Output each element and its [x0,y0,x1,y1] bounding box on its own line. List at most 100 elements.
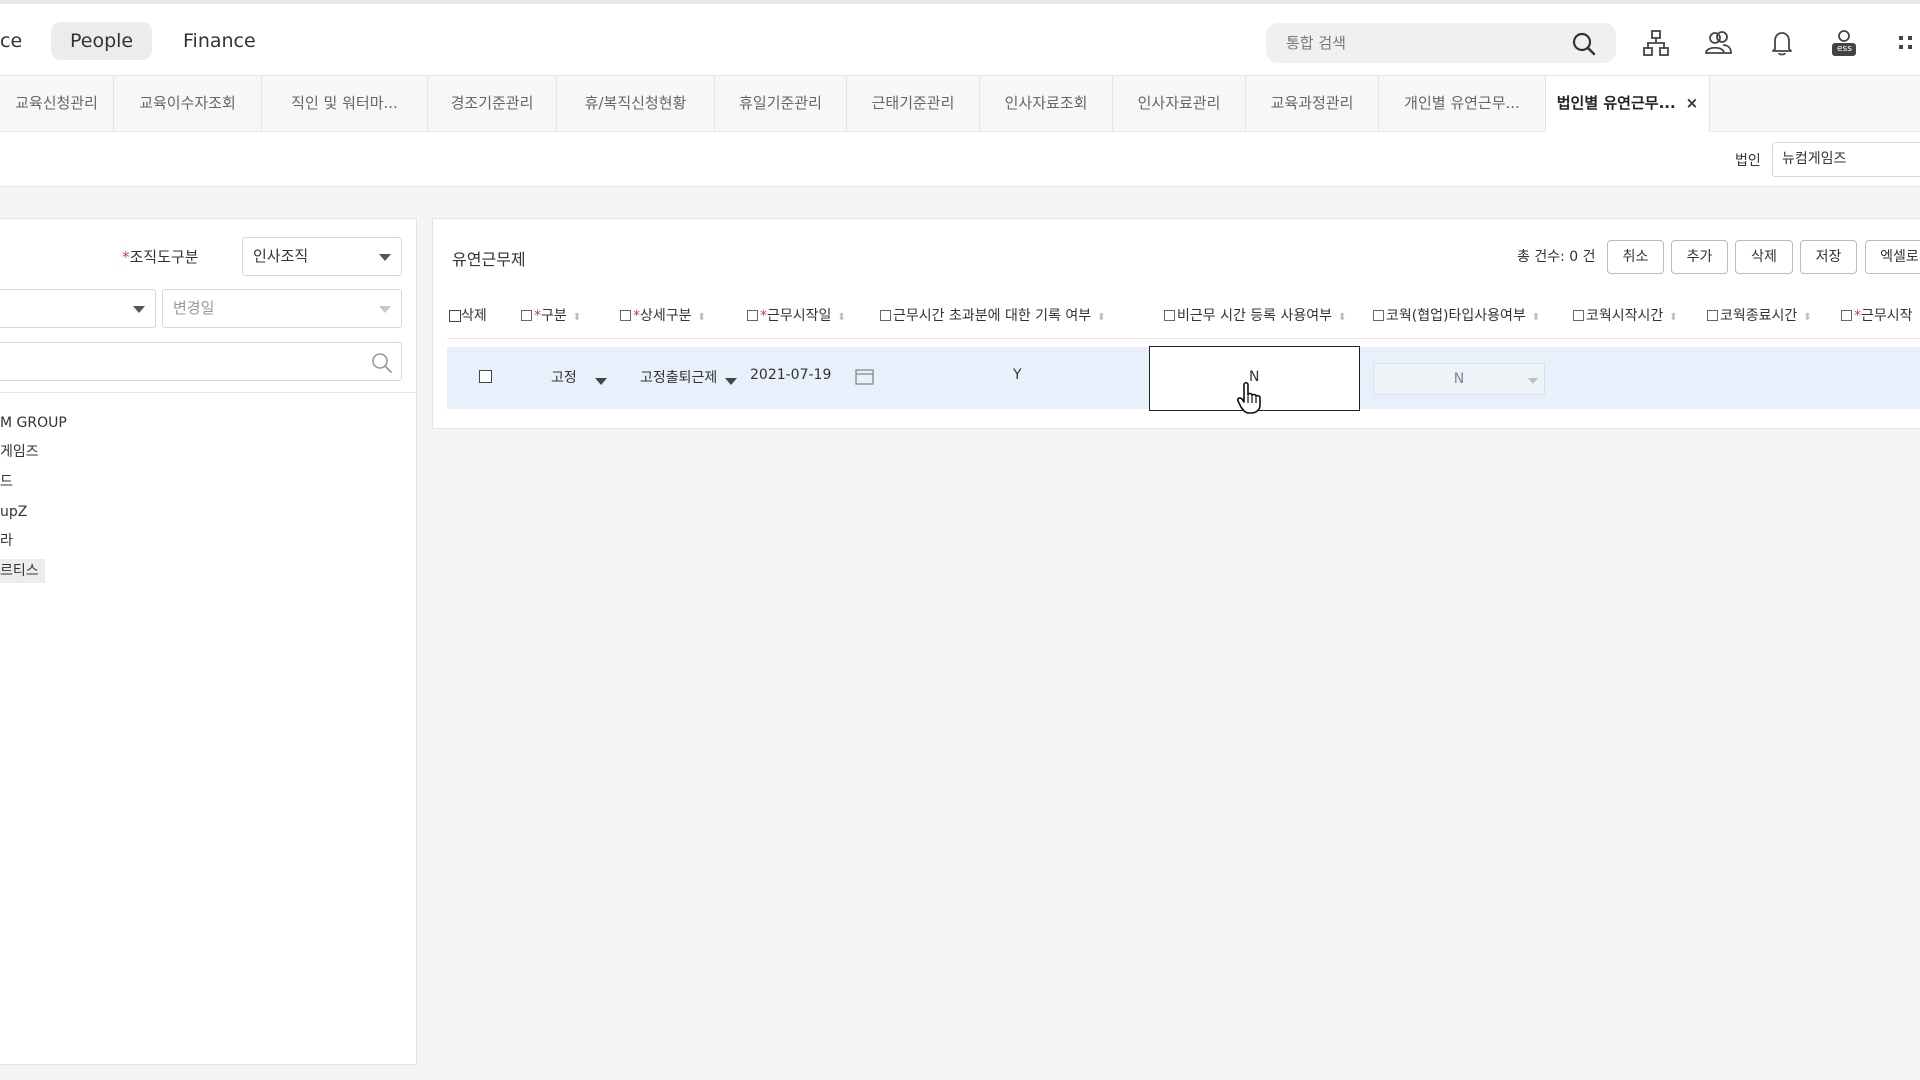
header-cowork-start[interactable]: 코웍시작시간 ⬍ [1573,305,1678,325]
cell-value: Y [1013,367,1022,383]
org-scope-select[interactable] [0,289,156,328]
sort-icon[interactable]: ⬍ [1532,312,1540,323]
header-cowork-end[interactable]: 코웍종료시간 ⬍ [1707,305,1812,325]
chevron-down-icon [133,306,145,313]
tree-node-selected[interactable]: 르티스 [0,559,45,583]
cell-value: 2021-07-19 [750,367,832,383]
chevron-down-icon[interactable] [595,378,607,385]
org-type-label-text: 조직도구분 [129,248,199,266]
header-start-date[interactable]: *근무시작일 ⬍ [747,305,846,325]
tab-hr-data-inquiry[interactable]: 인사자료조회 [980,76,1113,131]
org-type-label: *조직도구분 [122,246,199,267]
header-overtime-record[interactable]: 근무시간 초과분에 대한 기록 여부 ⬍ [880,305,1106,325]
apps-grid-icon[interactable] [1895,28,1920,58]
chevron-down-icon[interactable] [725,378,737,385]
org-chart-icon[interactable] [1641,28,1671,58]
tab-holiday-standard[interactable]: 휴일기준관리 [715,76,847,131]
global-search-box[interactable]: 통합 검색 [1266,23,1616,63]
header-detail-type[interactable]: *상세구분 ⬍ [620,305,706,325]
tab-condolence-standard[interactable]: 경조기준관리 [428,76,557,131]
edit-icon [1373,310,1384,321]
page-tab-bar: 교육신청관리 교육이수자조회 직인 및 워터마... 경조기준관리 휴/복직신청… [0,76,1920,132]
excel-export-button[interactable]: 엑셀로 [1865,240,1920,274]
header-delete[interactable]: 삭제 [449,305,487,325]
tree-node[interactable]: 드 [0,470,13,494]
sort-icon[interactable]: ⬍ [1338,312,1346,323]
chevron-down-icon [379,306,391,313]
close-icon[interactable]: × [1686,94,1699,112]
header-label: 근무시간 초과분에 대한 기록 여부 [893,308,1092,324]
search-icon[interactable] [1571,31,1597,57]
corp-select[interactable]: 뉴컴게임즈 [1772,142,1920,177]
checkbox[interactable] [479,370,492,383]
tab-hr-data-management[interactable]: 인사자료관리 [1113,76,1246,131]
ess-icon[interactable]: ess [1829,28,1859,58]
chevron-down-icon [1528,378,1538,384]
tree-node[interactable]: 게임즈 [0,440,39,464]
org-tree-panel: *조직도구분 인사조직 변경일 M GROUP 게임즈 드 upZ 라 르티스 [0,218,417,1065]
tree-node[interactable]: M GROUP [0,411,67,435]
calendar-icon[interactable] [855,368,874,385]
tree-node[interactable]: 라 [0,529,13,553]
header-label: 삭제 [461,308,487,324]
search-icon[interactable] [371,352,393,374]
sort-icon[interactable]: ⬍ [698,312,706,323]
sort-icon[interactable]: ⬍ [837,312,845,323]
cell-type[interactable]: 고정 [551,367,577,387]
header-label: 상세구분 [640,308,692,324]
delete-button[interactable]: 삭제 [1735,240,1793,274]
change-date-placeholder: 변경일 [173,299,215,317]
tab-leave-status[interactable]: 휴/복직신청현황 [557,76,715,131]
tab-label: 법인별 유연근무... [1556,94,1676,112]
tab-individual-flex-work[interactable]: 개인별 유연근무... [1379,76,1546,131]
org-type-select[interactable]: 인사조직 [242,237,402,276]
change-date-select[interactable]: 변경일 [162,289,402,328]
add-button[interactable]: 추가 [1671,240,1728,274]
nav-item-finance[interactable]: Finance [164,22,275,60]
required-mark: * [633,308,640,324]
org-search-input[interactable] [0,342,402,381]
tab-seal-watermark[interactable]: 직인 및 워터마... [262,76,428,131]
cell-detail-type[interactable]: 고정출퇴근제 [640,367,717,387]
select-all-checkbox[interactable] [449,310,461,322]
edit-icon [620,310,631,321]
tree-node[interactable]: upZ [0,500,27,524]
tab-course-management[interactable]: 교육과정관리 [1246,76,1379,131]
tab-education-request[interactable]: 교육신청관리 [0,76,114,131]
required-mark: * [1854,308,1861,324]
header-cowork-type[interactable]: 코웍(협업)타입사용여부 ⬍ [1373,305,1540,325]
edit-icon [880,310,891,321]
grid-header-row: 삭제 *구분 ⬍ *상세구분 ⬍ *근무시작일 ⬍ 근무시간 초과분에 대한 기록 여… [447,289,1920,339]
required-mark: * [760,308,767,324]
sort-icon[interactable]: ⬍ [573,312,581,323]
edit-icon [1841,310,1852,321]
nav-item-people[interactable]: People [51,22,153,60]
filter-bar: 법인 뉴컴게임즈 [0,132,1920,187]
cell-cowork-type-select[interactable]: N [1373,363,1545,395]
tab-education-completion[interactable]: 교육이수자조회 [114,76,262,131]
tab-corp-flex-work[interactable]: 법인별 유연근무... × [1546,76,1710,132]
corp-label: 법인 [1735,153,1761,169]
sort-icon[interactable]: ⬍ [1097,312,1105,323]
cell-value: 고정출퇴근제 [640,370,718,386]
grid-title: 유연근무제 [452,250,526,269]
bell-icon[interactable] [1767,28,1797,58]
search-input[interactable]: 통합 검색 [1286,32,1346,53]
tab-attendance-standard[interactable]: 근태기준관리 [847,76,980,131]
header-work-start[interactable]: *근무시작 [1841,305,1913,325]
cell-start-date[interactable]: 2021-07-19 [750,367,831,383]
header-type[interactable]: *구분 ⬍ [521,305,581,325]
cell-overtime-record[interactable]: Y [1013,367,1022,383]
cell-value: N [1453,371,1465,387]
cell-value: 고정 [551,370,577,386]
cancel-button[interactable]: 취소 [1607,240,1664,274]
edit-icon [521,310,532,321]
save-button[interactable]: 저장 [1800,240,1857,274]
sort-icon[interactable]: ⬍ [1803,312,1811,323]
sort-icon[interactable]: ⬍ [1669,312,1677,323]
header-non-work-time[interactable]: 비근무 시간 등록 사용여부 ⬍ [1164,305,1346,325]
row-delete-checkbox[interactable] [479,369,492,385]
nav-item-workplace[interactable]: ce [0,22,41,60]
header-label: 근무시작일 [767,308,832,324]
people-icon[interactable] [1703,28,1733,58]
